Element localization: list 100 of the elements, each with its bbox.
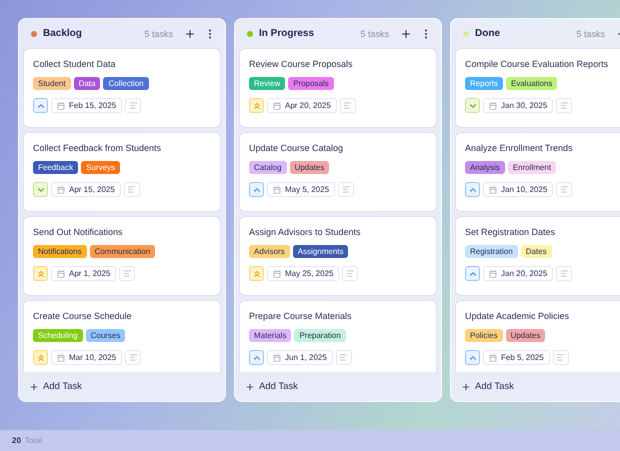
add-task-button[interactable]: Add Task	[29, 381, 82, 392]
due-date-button[interactable]: Feb 5, 2025	[483, 350, 550, 365]
tag: Dates	[520, 245, 552, 258]
calendar-icon	[489, 102, 497, 110]
double-chevron-up-icon	[36, 268, 46, 278]
lines-icon	[560, 101, 569, 110]
tag: Review	[249, 77, 286, 90]
task-card[interactable]: Collect Feedback from Students Feedback Surveys Apr 15, 2025	[23, 132, 221, 212]
calendar-icon	[273, 102, 281, 110]
task-card[interactable]: Assign Advisors to Students Advisors Assignments May 25, 2025	[239, 216, 437, 296]
task-title: Send Out Notifications	[33, 227, 124, 237]
description-button[interactable]	[556, 182, 572, 197]
calendar-icon	[57, 270, 65, 278]
task-card[interactable]: Analyze Enrollment Trends Analysis Enrollment Jan 10, 2025	[455, 132, 620, 212]
priority-button[interactable]	[465, 98, 480, 113]
lines-icon	[339, 353, 348, 362]
tag: Reports	[465, 77, 504, 90]
due-date-button[interactable]: Feb 15, 2025	[51, 98, 122, 113]
description-button[interactable]	[556, 266, 572, 281]
description-button[interactable]	[125, 350, 142, 365]
priority-button[interactable]	[465, 350, 480, 365]
tag: Student	[33, 77, 71, 90]
tag: Scheduling	[33, 329, 83, 342]
tag: Proposals	[288, 77, 334, 90]
add-task-button[interactable]: Add Task	[245, 381, 298, 392]
task-title: Set Registration Dates	[465, 227, 556, 237]
task-card[interactable]: Send Out Notifications Notifications Communication Apr 1, 2025	[23, 216, 221, 296]
priority-button[interactable]	[33, 182, 48, 197]
double-chevron-up-icon	[252, 100, 262, 110]
task-card[interactable]: Collect Student Data Student Data Collection Feb 15, 2025	[23, 48, 221, 128]
task-title: Update Academic Policies	[465, 311, 570, 321]
task-card[interactable]: Set Registration Dates Registration Dates Jan 20, 2025	[455, 216, 620, 296]
priority-button[interactable]	[33, 350, 48, 365]
priority-button[interactable]	[33, 266, 48, 281]
due-date-button[interactable]: Mar 10, 2025	[51, 350, 122, 365]
calendar-icon	[489, 270, 497, 278]
double-chevron-up-icon	[252, 268, 262, 278]
task-title: Prepare Course Materials	[249, 311, 353, 321]
task-title: Update Course Catalog	[249, 143, 344, 153]
task-card[interactable]: Update Academic Policies Policies Updates Feb 5, 2025	[455, 300, 620, 372]
task-card[interactable]: Update Course Catalog Catalog Updates May 5, 2025	[239, 132, 437, 212]
task-card[interactable]: Compile Course Evaluation Reports Reports Evaluations Jan 30, 2025	[455, 48, 620, 128]
tag: Evaluations	[506, 77, 558, 90]
priority-button[interactable]	[465, 266, 480, 281]
task-title: Collect Student Data	[33, 59, 117, 69]
lines-icon	[128, 101, 138, 110]
due-date-button[interactable]: May 25, 2025	[267, 266, 340, 281]
task-title: Collect Feedback from Students	[33, 143, 162, 153]
due-date-button[interactable]: Apr 15, 2025	[51, 182, 121, 197]
priority-button[interactable]	[465, 182, 480, 197]
description-button[interactable]	[125, 98, 142, 113]
lines-icon	[122, 269, 132, 278]
description-button[interactable]	[556, 98, 572, 113]
description-button[interactable]	[336, 350, 352, 365]
task-card[interactable]: Review Course Proposals Review Proposals Apr 20, 2025	[239, 48, 437, 128]
description-button[interactable]	[119, 266, 136, 281]
task-title: Analyze Enrollment Trends	[465, 143, 574, 153]
lines-icon	[128, 353, 138, 362]
due-date-button[interactable]: Apr 20, 2025	[267, 98, 337, 113]
task-count: 5 tasks	[360, 28, 389, 38]
tag: Advisors	[249, 245, 290, 258]
priority-button[interactable]	[249, 98, 264, 113]
tag: Feedback	[33, 161, 78, 174]
calendar-icon	[57, 102, 65, 110]
tag: Courses	[86, 329, 126, 342]
description-button[interactable]	[342, 266, 358, 281]
tag: Assignments	[292, 245, 348, 258]
tag: Enrollment	[508, 161, 556, 174]
priority-button[interactable]	[249, 266, 264, 281]
task-title: Compile Course Evaluation Reports	[465, 59, 610, 69]
due-date-button[interactable]: Jan 30, 2025	[483, 98, 554, 113]
calendar-icon	[273, 186, 281, 194]
description-button[interactable]	[338, 182, 354, 197]
calendar-icon	[489, 354, 497, 362]
plus-icon	[461, 382, 471, 392]
tag: Materials	[249, 329, 292, 342]
task-card[interactable]: Create Course Schedule Scheduling Courses Mar 10, 2025	[23, 300, 221, 372]
task-count: 5 tasks	[144, 28, 173, 38]
lines-icon	[556, 353, 566, 362]
description-button[interactable]	[340, 98, 356, 113]
calendar-icon	[489, 186, 497, 194]
priority-button[interactable]	[33, 98, 48, 113]
due-date-button[interactable]: Jan 20, 2025	[483, 266, 554, 281]
task-title: Review Course Proposals	[249, 59, 354, 69]
description-button[interactable]	[124, 182, 140, 197]
due-date-button[interactable]: Jan 10, 2025	[483, 182, 554, 197]
due-date-button[interactable]: Jun 1, 2025	[267, 350, 333, 365]
tag: Policies	[465, 329, 503, 342]
add-task-button[interactable]: Add Task	[461, 381, 514, 392]
due-date-button[interactable]: Apr 1, 2025	[51, 266, 116, 281]
due-date-button[interactable]: May 5, 2025	[267, 182, 336, 197]
calendar-icon	[57, 354, 65, 362]
plus-icon	[245, 382, 255, 392]
task-count: 5 tasks	[576, 28, 605, 38]
task-card[interactable]: Prepare Course Materials Materials Preparation Jun 1, 2025	[239, 300, 437, 372]
tag: Catalog	[249, 161, 287, 174]
total-label: Total	[24, 436, 42, 445]
description-button[interactable]	[552, 350, 569, 365]
priority-button[interactable]	[249, 350, 264, 365]
priority-button[interactable]	[249, 182, 264, 197]
